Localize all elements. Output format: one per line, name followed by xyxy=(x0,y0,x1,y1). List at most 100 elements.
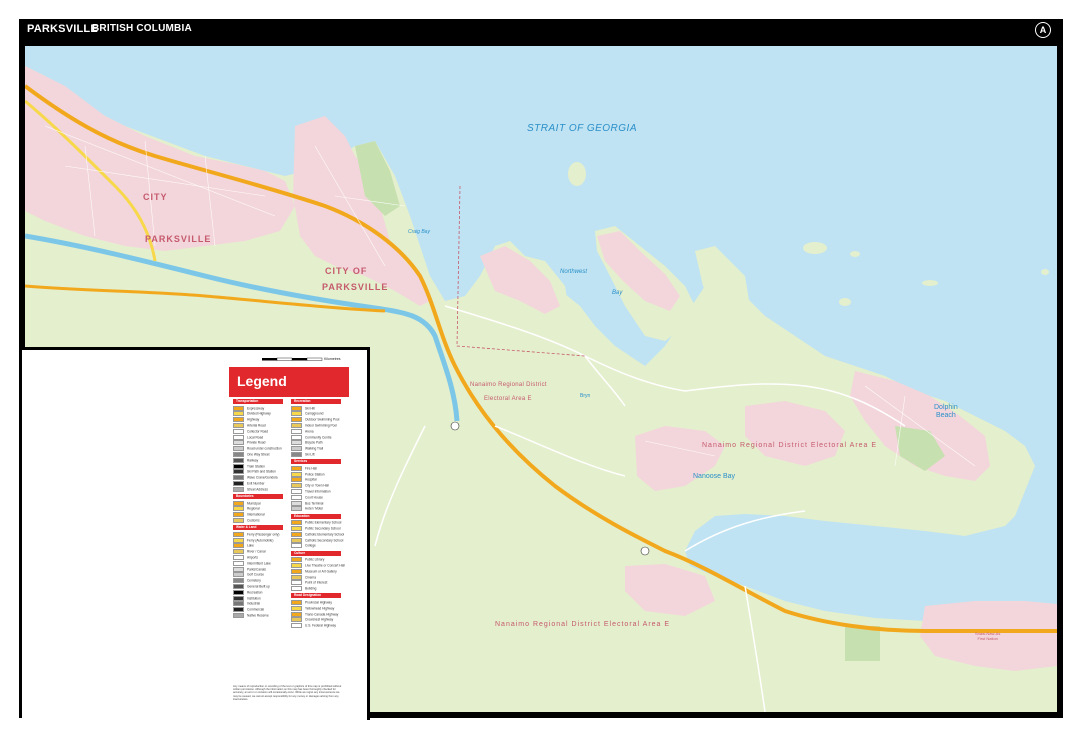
legend-item-label: Divided Highway xyxy=(247,411,271,416)
legend-swatch xyxy=(233,500,244,506)
legend-item-label: Recreation xyxy=(247,590,263,595)
legend-item-label: Court House xyxy=(305,495,323,500)
legend-item: Road under construction xyxy=(233,446,282,452)
legend-swatch xyxy=(233,428,244,434)
legend-item-label: Travel Information xyxy=(305,489,331,494)
legend-item-label: General Built up xyxy=(247,584,270,589)
legend-item: Arena xyxy=(291,428,314,434)
legend-item: Cemetery xyxy=(233,578,261,584)
legend-item: Provincial Highway xyxy=(291,599,332,605)
legend-item: Court House xyxy=(291,494,323,500)
legend-item-label: Parks/Canals xyxy=(247,566,266,571)
legend-section-heading: Education xyxy=(291,513,341,519)
legend-item-label: Public Elementary School xyxy=(305,520,342,525)
legend-item-label: Building xyxy=(305,586,317,591)
legend-swatch xyxy=(233,607,244,613)
legend-item: Municipal xyxy=(233,500,260,506)
legend-item-label: Indoor Swimming Pool xyxy=(305,423,337,428)
legend-item-label: Yellowhead Highway xyxy=(305,606,335,611)
legend-swatch xyxy=(291,428,302,434)
legend-swatch xyxy=(233,480,244,486)
legend-item: Street Address xyxy=(233,486,268,492)
legend-item-label: Campground xyxy=(305,411,324,416)
legend-item: Airports xyxy=(233,554,258,560)
legend-item: Public Library xyxy=(291,557,325,563)
legend-swatch xyxy=(233,422,244,428)
legend-swatch xyxy=(291,599,302,605)
legend-item-label: City or Town Hall xyxy=(305,483,329,488)
legend-swatch xyxy=(291,520,302,526)
scale-label: Kilometres xyxy=(324,357,341,361)
legend-section-heading: Boundaries xyxy=(233,494,283,499)
legend-item-label: Trans-Canada Highway xyxy=(305,611,339,616)
legend-item-label: Collector Road xyxy=(247,429,269,434)
legend-item-label: Customs xyxy=(247,518,260,523)
legend-item: U.S. Federal Highway xyxy=(291,623,337,629)
legend-item: Exit Number xyxy=(233,480,265,486)
legend-swatch xyxy=(291,422,302,428)
legend-item: Fire Hall xyxy=(291,465,317,471)
legend-item-label: Regional xyxy=(247,506,260,511)
legend-item: College xyxy=(291,543,316,549)
legend-swatch xyxy=(233,537,244,543)
legend-section-heading: Services xyxy=(291,459,341,465)
legend-item: Ski Path and Station xyxy=(233,469,276,475)
legend-item: One Way Street xyxy=(233,451,270,457)
legend-item: Lake xyxy=(233,543,254,549)
legend-item-label: Public Library xyxy=(305,557,325,562)
legend-section-heading: Water & Land xyxy=(233,525,283,531)
legend-swatch xyxy=(233,517,244,523)
legend-swatch xyxy=(291,574,302,580)
legend-item: Indoor Swimming Pool xyxy=(291,422,337,428)
legend-item: Bus Terminal xyxy=(291,500,324,506)
legend-item: Cinema xyxy=(291,574,316,580)
legend-swatch xyxy=(233,512,244,518)
legend-item-label: Provincial Highway xyxy=(305,600,332,605)
legend-item: Local Road xyxy=(233,434,263,440)
legend-item-label: Fire Hall xyxy=(305,466,317,471)
legend-item: Parks/Canals xyxy=(233,566,266,572)
legend-item: Arterial Road xyxy=(233,422,266,428)
legend-swatch xyxy=(233,506,244,512)
legend-swatch xyxy=(291,483,302,489)
legend-item: Catholic Elementary School xyxy=(291,531,344,537)
legend-swatch xyxy=(291,471,302,477)
legend-item-label: International xyxy=(247,512,265,517)
legend-item-label: Railway xyxy=(247,458,259,463)
legend-item-label: Ferry (Automobile) xyxy=(247,537,274,542)
legend-swatch xyxy=(233,601,244,607)
legend-swatch xyxy=(291,537,302,543)
legend-item: Museum or Art Gallery xyxy=(291,568,337,574)
legend-swatch xyxy=(233,560,244,566)
legend-item: Train Station xyxy=(233,463,265,469)
legend-item-label: Industrial xyxy=(247,601,260,606)
legend-item-label: U.S. Federal Highway xyxy=(305,623,337,628)
legend-swatch xyxy=(233,486,244,492)
legend-item: Campground xyxy=(291,411,324,417)
legend-swatch xyxy=(233,434,244,440)
legend-item: Public Secondary School xyxy=(291,525,340,531)
legend-swatch xyxy=(291,568,302,574)
legend-swatch xyxy=(233,411,244,417)
ada-island xyxy=(922,280,938,286)
legend-swatch xyxy=(233,554,244,560)
legend-swatch xyxy=(291,531,302,537)
title-bar: PARKSVILLE BRITISH COLUMBIA A xyxy=(19,19,1063,41)
legend-item-label: Bus Terminal xyxy=(305,500,324,505)
legend-swatch xyxy=(233,583,244,589)
legend-item-label: Museum or Art Gallery xyxy=(305,569,337,574)
legend-swatch xyxy=(233,595,244,601)
legend-swatch xyxy=(291,623,302,629)
legend-swatch xyxy=(233,578,244,584)
legend-swatch xyxy=(291,617,302,623)
legend-item: River / Canal xyxy=(233,549,265,555)
legend-item: Community Centre xyxy=(291,434,332,440)
legend-swatch xyxy=(233,566,244,572)
legend-swatch xyxy=(291,451,302,457)
legend-item-label: Native Reserve xyxy=(247,613,269,618)
legend-item-label: Cinema xyxy=(305,574,316,579)
legend-swatch xyxy=(291,557,302,563)
legend-item: Recreation xyxy=(233,589,263,595)
legend-swatch xyxy=(233,451,244,457)
legend-swatch xyxy=(291,506,302,512)
